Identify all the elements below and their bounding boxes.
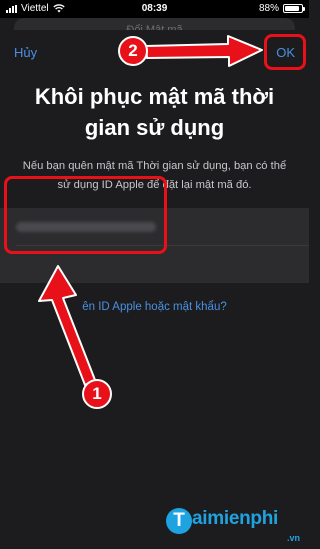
annotation-arrows — [38, 35, 263, 386]
arrow-to-ok — [145, 35, 263, 67]
step-1-badge: 1 — [82, 379, 112, 409]
watermark-logo: T aimienphi .vn — [162, 501, 308, 549]
step-2-badge: 2 — [118, 36, 148, 66]
logo-text: aimienphi — [192, 508, 278, 529]
logo-mark-icon: T — [166, 508, 192, 534]
logo-suffix: .vn — [286, 533, 300, 543]
arrow-to-input — [38, 265, 96, 386]
